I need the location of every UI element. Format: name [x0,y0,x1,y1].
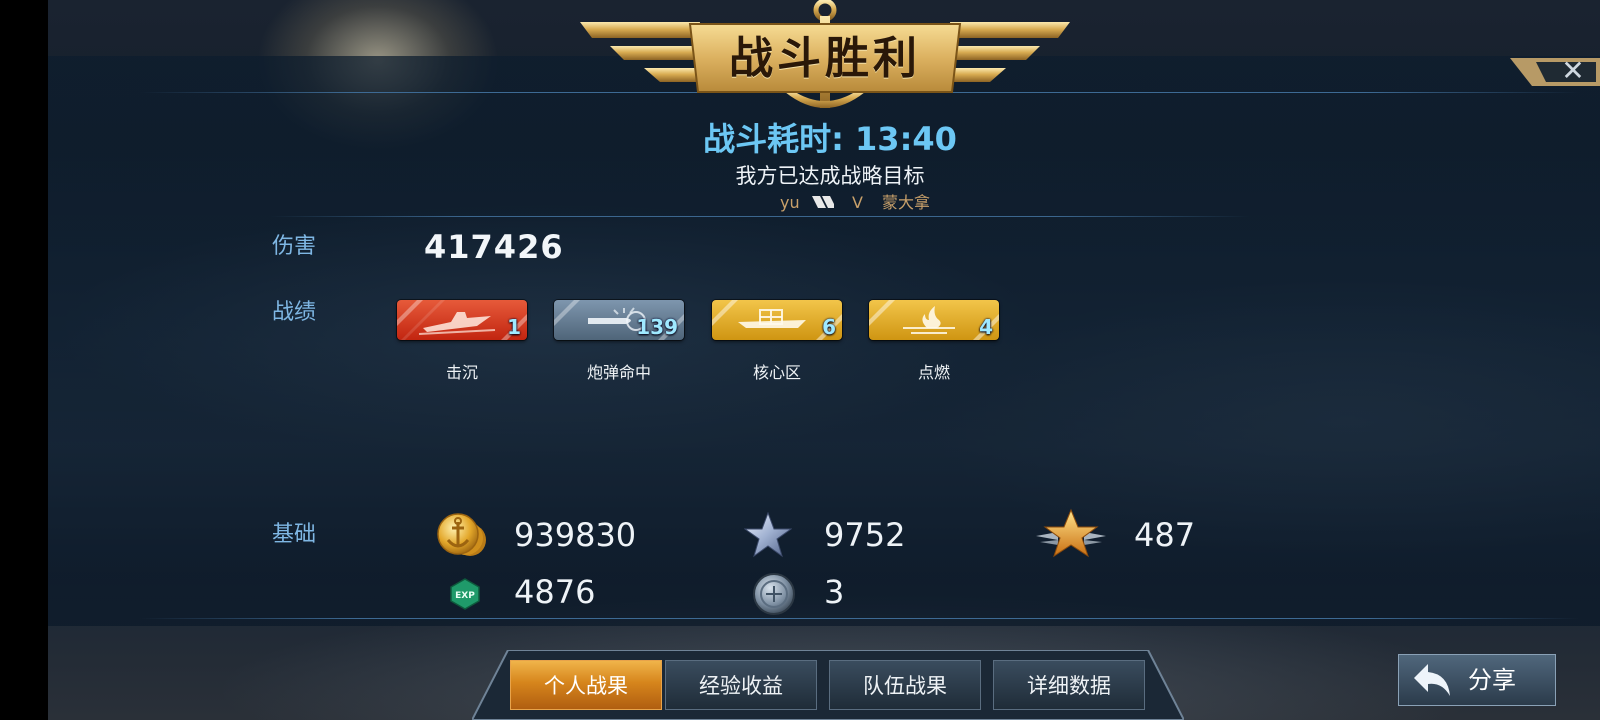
matchup: yu V 蒙大拿 [740,192,980,214]
share-label[interactable]: 分享 [1468,654,1548,706]
battle-result-screen: 战斗胜利 ✕ 战斗耗时: 13:40 我方已达成战略目标 yu V 蒙大拿 伤害… [0,0,1600,720]
sink-count: 1 [507,315,521,339]
exp-value: 4876 [514,573,596,611]
damage-value: 417426 [424,228,564,266]
sinking-ship-icon [418,312,496,335]
silver-star-value: 9752 [824,516,906,554]
objective-text: 我方已达成战略目标 [735,164,925,188]
core-zone-icon [738,309,806,328]
badge-ignite-label: 点燃 [917,363,950,382]
badge-shell-hits[interactable]: 139 [554,300,684,340]
tab-exp-gains[interactable]: 经验收益 [665,660,817,710]
fire-icon [903,306,955,334]
silver-star-icon [744,512,792,558]
badge-ignite[interactable]: 4 [869,300,999,340]
badge-core-zone-label: 核心区 [752,363,801,382]
ignite-count: 4 [979,315,993,339]
divider-bottom [140,618,1580,619]
core-zone-count: 6 [822,315,836,339]
record-label: 战绩 [272,300,317,325]
victory-title: 战斗胜利 [729,33,921,84]
coins-value: 939830 [514,516,637,554]
vs-label: V [852,193,863,212]
winged-gold-star-icon [1036,508,1106,558]
badge-sink-label: 击沉 [445,363,478,382]
share-arrow-icon [1414,664,1450,696]
battle-time: 战斗耗时: 13:40 [703,120,957,158]
token-value: 3 [824,573,845,611]
damage-label: 伤害 [272,234,317,259]
badge-sink[interactable]: 1 [397,300,527,340]
player-right: 蒙大拿 [882,193,931,212]
gold-star-value: 487 [1134,516,1196,554]
player-left: yu [780,193,800,212]
shell-hits-count: 139 [636,315,678,339]
steel-medal-icon [753,573,795,615]
vs-stripes-icon [812,196,834,208]
divider-middle [270,216,1250,217]
exp-icon: EXP [450,578,480,610]
tab-detailed-data[interactable]: 详细数据 [993,660,1145,710]
gold-coin-icon [437,513,486,556]
tab-personal-results[interactable]: 个人战果 [510,660,662,710]
close-icon[interactable]: ✕ [1555,56,1591,86]
tab-team-results[interactable]: 队伍战果 [829,660,981,710]
badge-core-zone[interactable]: 6 [712,300,842,340]
base-label: 基础 [272,522,317,547]
badge-shell-hits-label: 炮弹命中 [586,363,651,382]
svg-text:EXP: EXP [455,591,475,601]
